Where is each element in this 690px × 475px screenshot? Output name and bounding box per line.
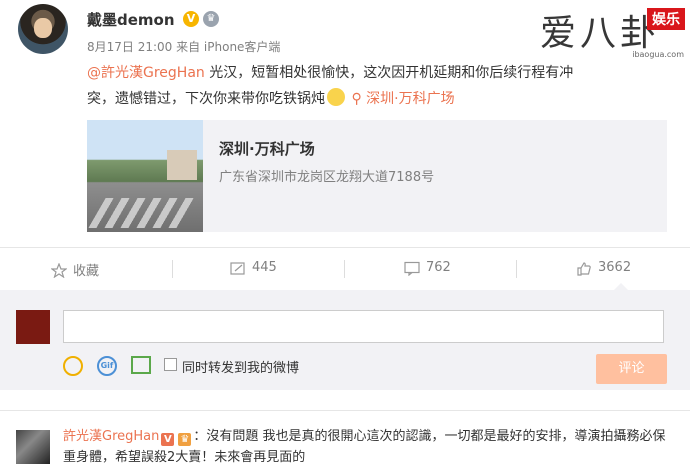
gif-icon[interactable]: Gif <box>97 356 117 376</box>
collect-button[interactable]: 收藏 <box>50 260 100 279</box>
reply-verified-icon: V <box>161 433 175 446</box>
star-icon <box>50 261 68 278</box>
thumbs-up-icon <box>576 261 592 276</box>
repost-button[interactable]: 445 <box>230 260 277 275</box>
member-crown-icon: ♛ <box>203 11 219 27</box>
actions-divider <box>0 247 690 248</box>
smile-emoji-icon <box>327 88 345 106</box>
repost-icon <box>230 261 246 275</box>
reply-vip-icon: ♛ <box>178 433 192 446</box>
comment-pointer <box>614 283 628 290</box>
image-icon[interactable] <box>131 356 151 374</box>
reply-author[interactable]: 許光漢GregHan <box>63 429 159 444</box>
repost-checkbox-label: 同时转发到我的微博 <box>182 361 300 376</box>
comment-submit-button[interactable]: 评论 <box>596 354 667 384</box>
collect-label: 收藏 <box>73 264 100 279</box>
post-content: @許光漢GregHan 光汉，短暂相处很愉快，这次因开机延期和你后续行程有冲突，… <box>87 60 577 112</box>
comment-count: 762 <box>426 260 451 275</box>
location-photo <box>87 120 203 232</box>
reply-divider <box>0 410 690 411</box>
card-title: 深圳·万科广场 <box>219 140 315 158</box>
watermark-badge: 娱乐 <box>647 8 685 30</box>
author-name[interactable]: 戴墨demon <box>87 9 175 30</box>
comment-input[interactable] <box>63 310 664 343</box>
current-user-avatar[interactable] <box>16 310 50 344</box>
verified-icon: V <box>183 11 199 27</box>
watermark-url: ibaogua.com <box>632 50 684 59</box>
card-address: 广东省深圳市龙岗区龙翔大道7188号 <box>219 170 435 185</box>
like-count: 3662 <box>598 260 632 275</box>
action-separator <box>516 260 517 278</box>
location-tag[interactable]: ⚲ 深圳·万科广场 <box>351 91 454 107</box>
location-card[interactable]: 深圳·万科广场 广东省深圳市龙岗区龙翔大道7188号 <box>87 120 667 232</box>
comment-button[interactable]: 762 <box>404 260 451 276</box>
action-separator <box>172 260 173 278</box>
action-separator <box>344 260 345 278</box>
author-avatar[interactable] <box>18 4 68 54</box>
repost-count: 445 <box>252 260 277 275</box>
repost-checkbox[interactable] <box>164 358 177 371</box>
post-meta: 8月17日 21:00 来自 iPhone客户端 <box>87 40 281 54</box>
like-button[interactable]: 3662 <box>576 260 632 276</box>
location-pin-icon: ⚲ <box>351 91 362 107</box>
watermark-text: 爱八卦 <box>540 13 661 54</box>
comment-composer: Gif 同时转发到我的微博 评论 <box>0 290 690 390</box>
watermark-logo: 爱八卦 娱乐 ibaogua.com <box>540 0 690 60</box>
reply-item: 許光漢GregHan V ♛ ：沒有問題 我也是真的很開心這次的認識，一切都是最好的安… <box>63 426 673 468</box>
reply-avatar[interactable] <box>16 430 50 464</box>
mention-link[interactable]: @許光漢GregHan <box>87 65 205 81</box>
comment-icon <box>404 261 420 276</box>
emoji-icon[interactable] <box>63 356 83 376</box>
location-tag-label: 深圳·万科广场 <box>366 91 455 107</box>
